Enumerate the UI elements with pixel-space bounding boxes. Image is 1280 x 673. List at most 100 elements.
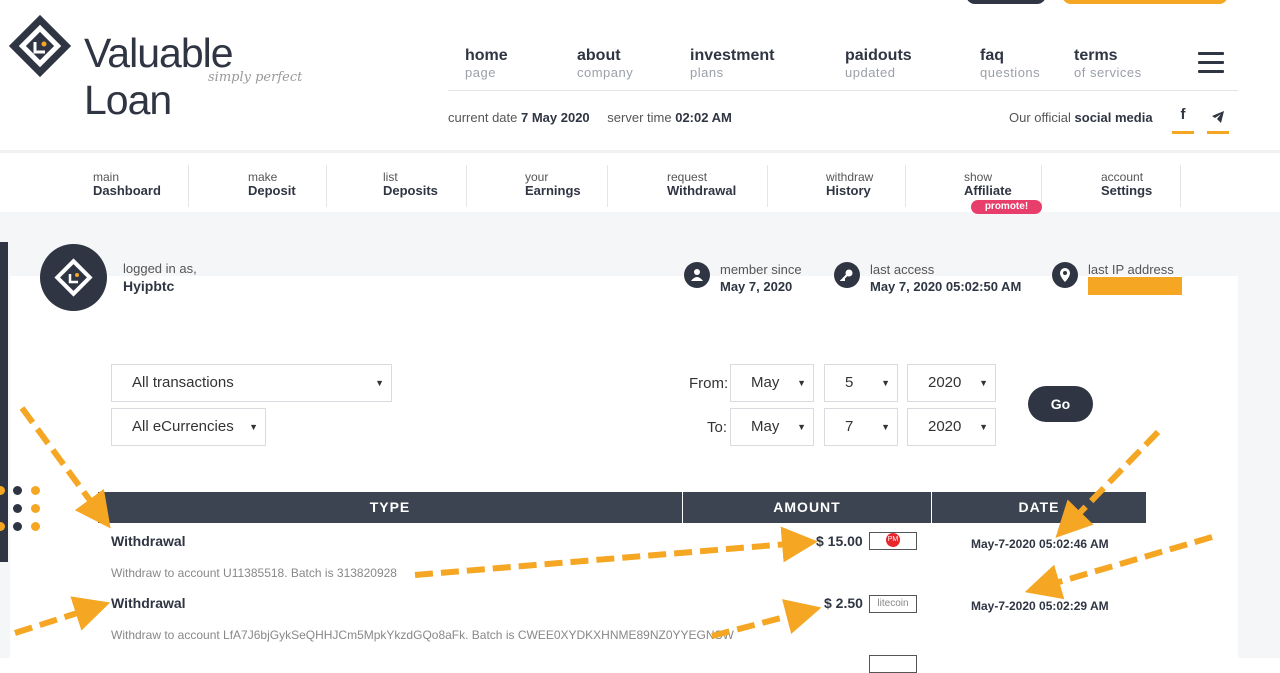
side-tab[interactable] (0, 242, 8, 562)
row-amount: $ 15.00 (816, 533, 863, 549)
server-time-label: server time (607, 110, 672, 125)
from-day-select[interactable]: 5 ▼ (824, 364, 898, 402)
select-value: All transactions (132, 374, 234, 391)
nav-sub: plans (690, 65, 724, 80)
column-amount: AMOUNT (773, 499, 841, 515)
member-nav-label: History (826, 183, 871, 198)
to-year-select[interactable]: 2020 ▼ (907, 408, 996, 446)
member-since-label: member since (720, 262, 802, 277)
nav-investment[interactable]: investment plans (690, 46, 774, 80)
facebook-icon[interactable]: f (1172, 106, 1194, 134)
to-month-select[interactable]: May ▼ (730, 408, 814, 446)
select-value: 5 (845, 374, 854, 391)
member-nav-label: Earnings (525, 183, 581, 198)
member-nav-label: Deposit (248, 183, 296, 198)
select-value: May (751, 418, 780, 435)
logo-diamond-icon (8, 14, 72, 78)
social-label: Our official (1009, 110, 1071, 125)
member-nav-label: Dashboard (93, 183, 161, 198)
nav-sub: page (465, 65, 496, 80)
go-button[interactable]: Go (1028, 386, 1093, 422)
username: Hyipbtc (123, 278, 175, 294)
member-nav-label: Affiliate (964, 183, 1012, 198)
transaction-type-select[interactable]: All transactions ▼ (111, 364, 392, 402)
row-amount: $ 2.50 (824, 595, 863, 611)
chevron-down-icon: ▼ (375, 378, 384, 388)
last-ip-label: last IP address (1088, 262, 1174, 277)
member-nav-affiliate[interactable]: show Affiliate (964, 171, 1012, 198)
member-nav: main Dashboard make Deposit list Deposit… (0, 150, 1280, 212)
select-value: 7 (845, 418, 854, 435)
nav-label: home (465, 47, 508, 64)
member-nav-dashboard[interactable]: main Dashboard (93, 171, 161, 198)
nav-label: about (577, 47, 621, 64)
member-nav-deposits[interactable]: list Deposits (383, 171, 438, 198)
from-year-select[interactable]: 2020 ▼ (907, 364, 996, 402)
nav-label: paidouts (845, 47, 912, 64)
logged-in-label: logged in as, (123, 261, 197, 276)
select-value: 2020 (928, 374, 962, 391)
location-pin-icon (1052, 262, 1078, 288)
current-date: 7 May 2020 (521, 110, 590, 125)
member-nav-history[interactable]: withdraw History (826, 171, 873, 198)
perfect-money-icon: PM (869, 532, 917, 550)
last-access-label: last access (870, 262, 935, 277)
last-access-value: May 7, 2020 05:02:50 AM (870, 279, 1022, 294)
nav-sub: updated (845, 65, 896, 80)
chevron-down-icon: ▼ (249, 422, 258, 432)
chevron-down-icon: ▼ (979, 422, 988, 432)
logo-tagline: simply perfect (208, 70, 303, 85)
telegram-icon[interactable] (1207, 106, 1229, 134)
member-nav-deposit[interactable]: make Deposit (248, 171, 296, 198)
avatar-logo-icon (54, 258, 93, 297)
row-description: Withdraw to account U11385518. Batch is … (111, 566, 397, 580)
litecoin-logo: litecoin (877, 598, 909, 609)
litecoin-icon: litecoin (869, 595, 917, 613)
column-type: TYPE (369, 499, 411, 515)
to-label: To: (707, 419, 728, 436)
member-nav-earnings[interactable]: your Earnings (525, 171, 581, 198)
ecurrency-select[interactable]: All eCurrencies ▼ (111, 408, 266, 446)
avatar (40, 244, 107, 311)
chevron-down-icon: ▼ (797, 378, 806, 388)
nav-label: faq (980, 47, 1004, 64)
member-nav-label: Deposits (383, 183, 438, 198)
from-month-select[interactable]: May ▼ (730, 364, 814, 402)
date-bar: current date 7 May 2020 server time 02:0… (448, 110, 732, 125)
select-value: 2020 (928, 418, 962, 435)
nav-terms[interactable]: terms of services (1074, 46, 1142, 80)
site-logo[interactable]: Valuable Loan simply perfect (8, 14, 308, 123)
top-signup-button[interactable] (1062, 0, 1228, 4)
nav-home[interactable]: home page (465, 46, 508, 80)
hamburger-menu-icon[interactable] (1198, 52, 1224, 74)
chevron-down-icon: ▼ (979, 378, 988, 388)
member-since-value: May 7, 2020 (720, 279, 793, 294)
nav-about[interactable]: about company (577, 46, 633, 80)
row-description: Withdraw to account LfA7J6bjGykSeQHHJCm5… (111, 628, 734, 642)
pm-logo: PM (886, 532, 900, 547)
social-strong: social media (1074, 110, 1153, 125)
chevron-down-icon: ▼ (797, 422, 806, 432)
to-day-select[interactable]: 7 ▼ (824, 408, 898, 446)
social-text: Our official social media (1009, 110, 1153, 125)
nav-label: terms (1074, 47, 1118, 64)
current-date-label: current date (448, 110, 518, 125)
column-date: DATE (1018, 499, 1060, 515)
table-header: TYPE AMOUNT DATE (98, 492, 1146, 523)
chevron-down-icon: ▼ (881, 378, 890, 388)
member-nav-withdrawal[interactable]: request Withdrawal (667, 171, 737, 198)
member-nav-label: Settings (1101, 183, 1153, 198)
nav-paidouts[interactable]: paidouts updated (845, 46, 912, 80)
member-nav-label: Withdrawal (667, 183, 737, 198)
from-label: From: (689, 375, 729, 392)
nav-sub: of services (1074, 65, 1142, 80)
select-value: May (751, 374, 780, 391)
nav-faq[interactable]: faq questions (980, 46, 1040, 80)
row-type: Withdrawal (111, 595, 186, 611)
promote-badge[interactable]: promote! (971, 200, 1042, 214)
top-login-button[interactable] (966, 0, 1046, 4)
nav-sub: questions (980, 65, 1041, 80)
member-nav-settings[interactable]: account Settings (1101, 171, 1153, 198)
key-icon (834, 262, 860, 288)
row-date: May-7-2020 05:02:46 AM (971, 537, 1109, 551)
